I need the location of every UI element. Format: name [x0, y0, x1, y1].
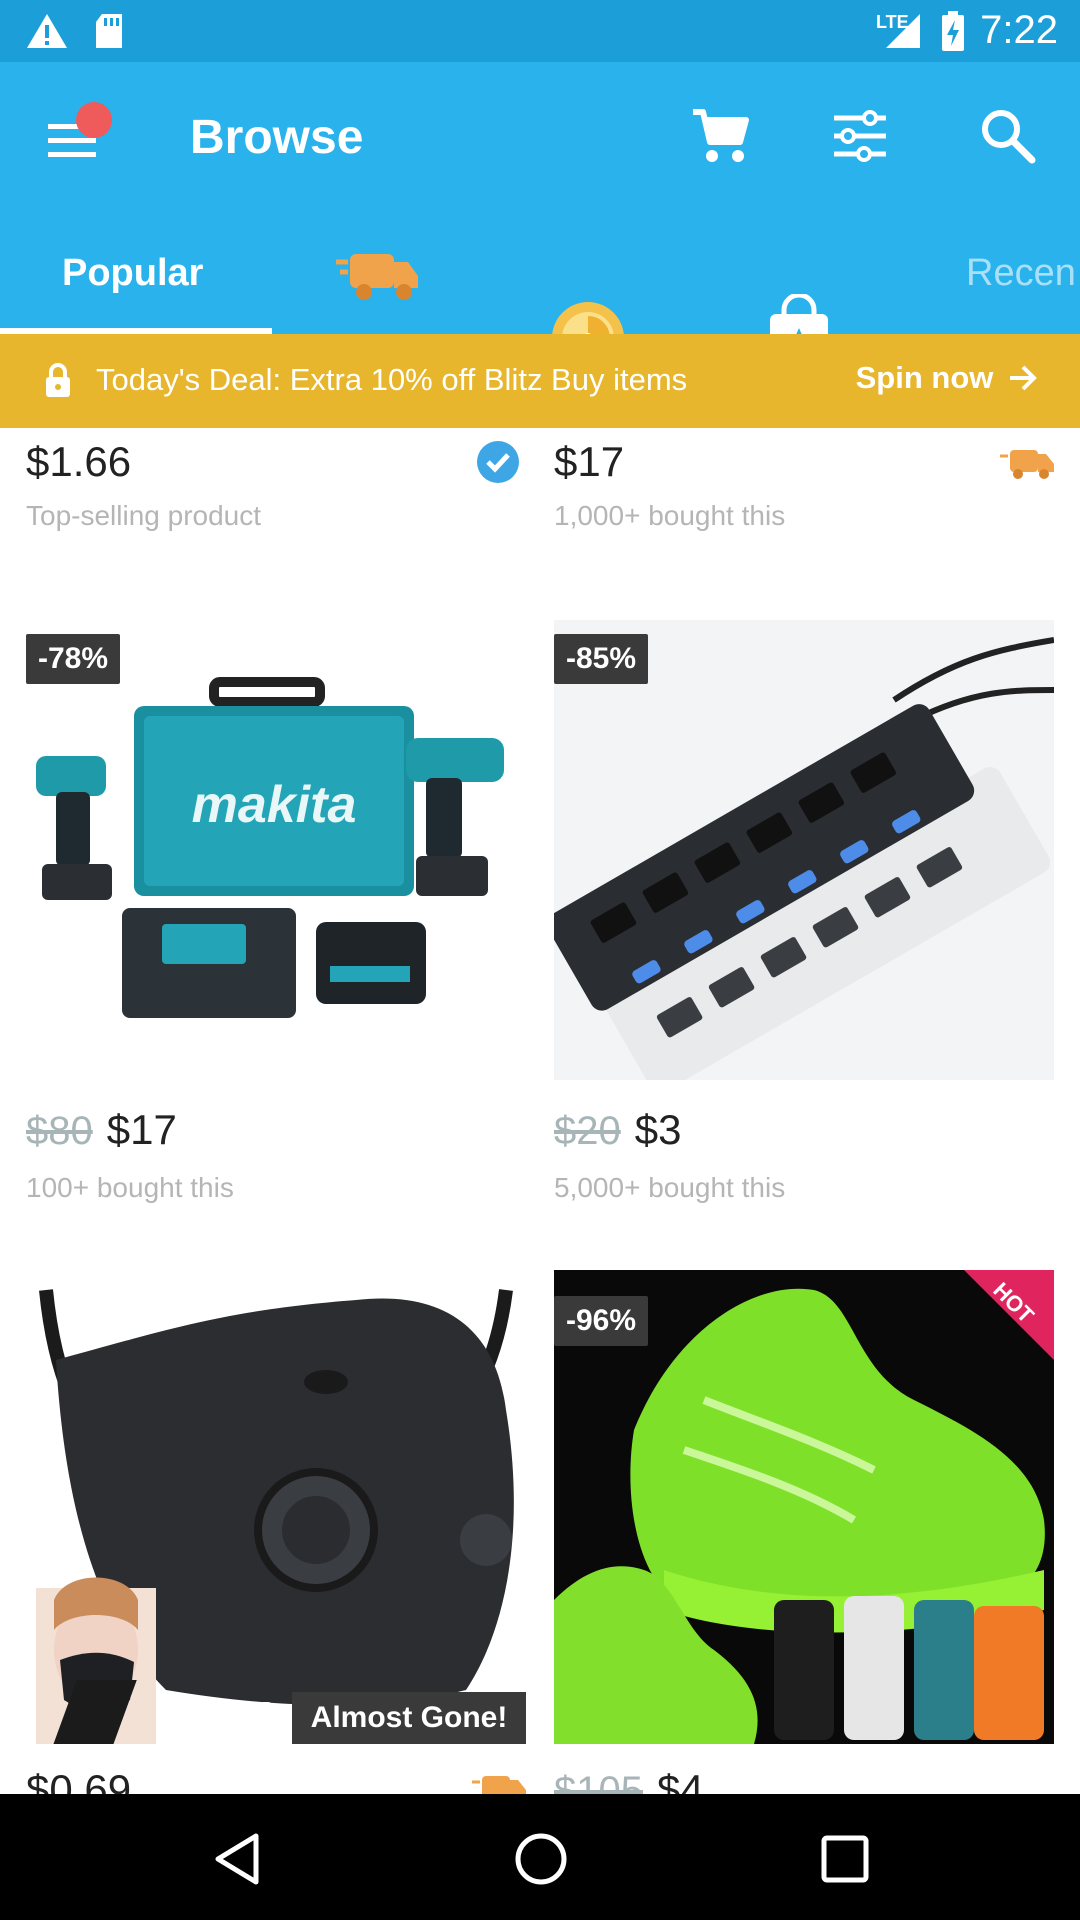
lock-icon — [46, 363, 70, 397]
product-subtitle: Top-selling product — [26, 500, 262, 531]
product-price: $17 — [554, 438, 625, 485]
discount-badge: -85% — [554, 634, 649, 684]
sliders-icon — [834, 110, 886, 162]
recents-icon[interactable] — [820, 1834, 870, 1884]
tab-fast-shipping[interactable] — [334, 240, 424, 310]
offer-overlay-text: Offer B — [218, 1700, 272, 1717]
product-image-power-tools: makita — [26, 620, 526, 1080]
product-subtitle: 5,000+ bought this — [554, 1172, 786, 1203]
verified-check-icon — [477, 441, 519, 483]
signal-icon — [886, 14, 920, 48]
deal-text: Today's Deal: Extra 10% off Blitz Buy it… — [96, 362, 688, 397]
product-card[interactable]: $17 1,000+ bought this — [554, 438, 1054, 548]
discount-badge: -96% — [554, 1296, 649, 1346]
back-icon[interactable] — [212, 1832, 262, 1886]
app-bar: Browse Popular Recen — [0, 62, 1080, 374]
price-row: $80 $17 — [26, 1106, 177, 1154]
search-button[interactable] — [978, 106, 1038, 166]
discount-badge: -78% — [26, 634, 121, 684]
product-price: $17 — [106, 1106, 177, 1153]
product-subtitle: 1,000+ bought this — [554, 500, 786, 531]
menu-button[interactable] — [46, 102, 112, 160]
notification-dot — [76, 102, 112, 138]
makita-logo-text: makita — [192, 776, 357, 834]
cart-button[interactable] — [690, 106, 750, 166]
product-card[interactable]: $1.66 Top-selling product — [26, 438, 526, 548]
deal-banner[interactable]: Today's Deal: Extra 10% off Blitz Buy it… — [0, 334, 1080, 428]
product-card[interactable]: makita -78% $80 $17 100+ bought this — [26, 620, 526, 1203]
sd-card-icon — [96, 14, 122, 48]
arrow-right-icon — [1010, 365, 1037, 391]
tab-recent[interactable]: Recen — [966, 252, 1076, 295]
product-card[interactable]: Offer B Almost Gone! $0.69 — [26, 1270, 526, 1813]
cart-icon — [693, 109, 749, 162]
search-icon — [982, 110, 1036, 164]
home-icon[interactable] — [514, 1832, 568, 1886]
clock: 7:22 — [980, 8, 1058, 52]
product-subtitle: 100+ bought this — [26, 1172, 234, 1203]
product-card[interactable]: -85% $20 $3 5,000+ bought this — [554, 620, 1054, 1203]
product-price: $1.66 — [26, 438, 132, 485]
warning-icon — [27, 14, 67, 48]
original-price: $80 — [26, 1109, 93, 1153]
tab-recent-label: Recen — [966, 252, 1076, 294]
delivery-truck-icon — [336, 254, 418, 300]
product-image-face-mask — [26, 1270, 526, 1744]
product-card[interactable]: HOT -96% $105 $4 — [554, 1270, 1054, 1813]
fast-shipping-icon — [1000, 450, 1054, 479]
price-row: $20 $3 — [554, 1106, 681, 1154]
filter-button[interactable] — [830, 106, 890, 166]
hot-corner-ribbon: HOT — [964, 1270, 1054, 1360]
product-image-usb-hub — [554, 620, 1054, 1080]
original-price: $20 — [554, 1109, 621, 1153]
almost-gone-badge: Almost Gone! — [292, 1692, 526, 1744]
system-nav-bar — [0, 1794, 1080, 1920]
product-price: $3 — [634, 1106, 682, 1153]
spin-now-label: Spin now — [855, 360, 994, 395]
spin-now-button[interactable]: Spin now — [856, 360, 1038, 396]
page-title: Browse — [190, 111, 364, 164]
status-bar: LTE 7:22 — [0, 0, 1080, 62]
tab-popular-label: Popular — [62, 252, 204, 294]
tab-popular[interactable]: Popular — [62, 252, 203, 295]
battery-charging-icon — [942, 11, 964, 51]
